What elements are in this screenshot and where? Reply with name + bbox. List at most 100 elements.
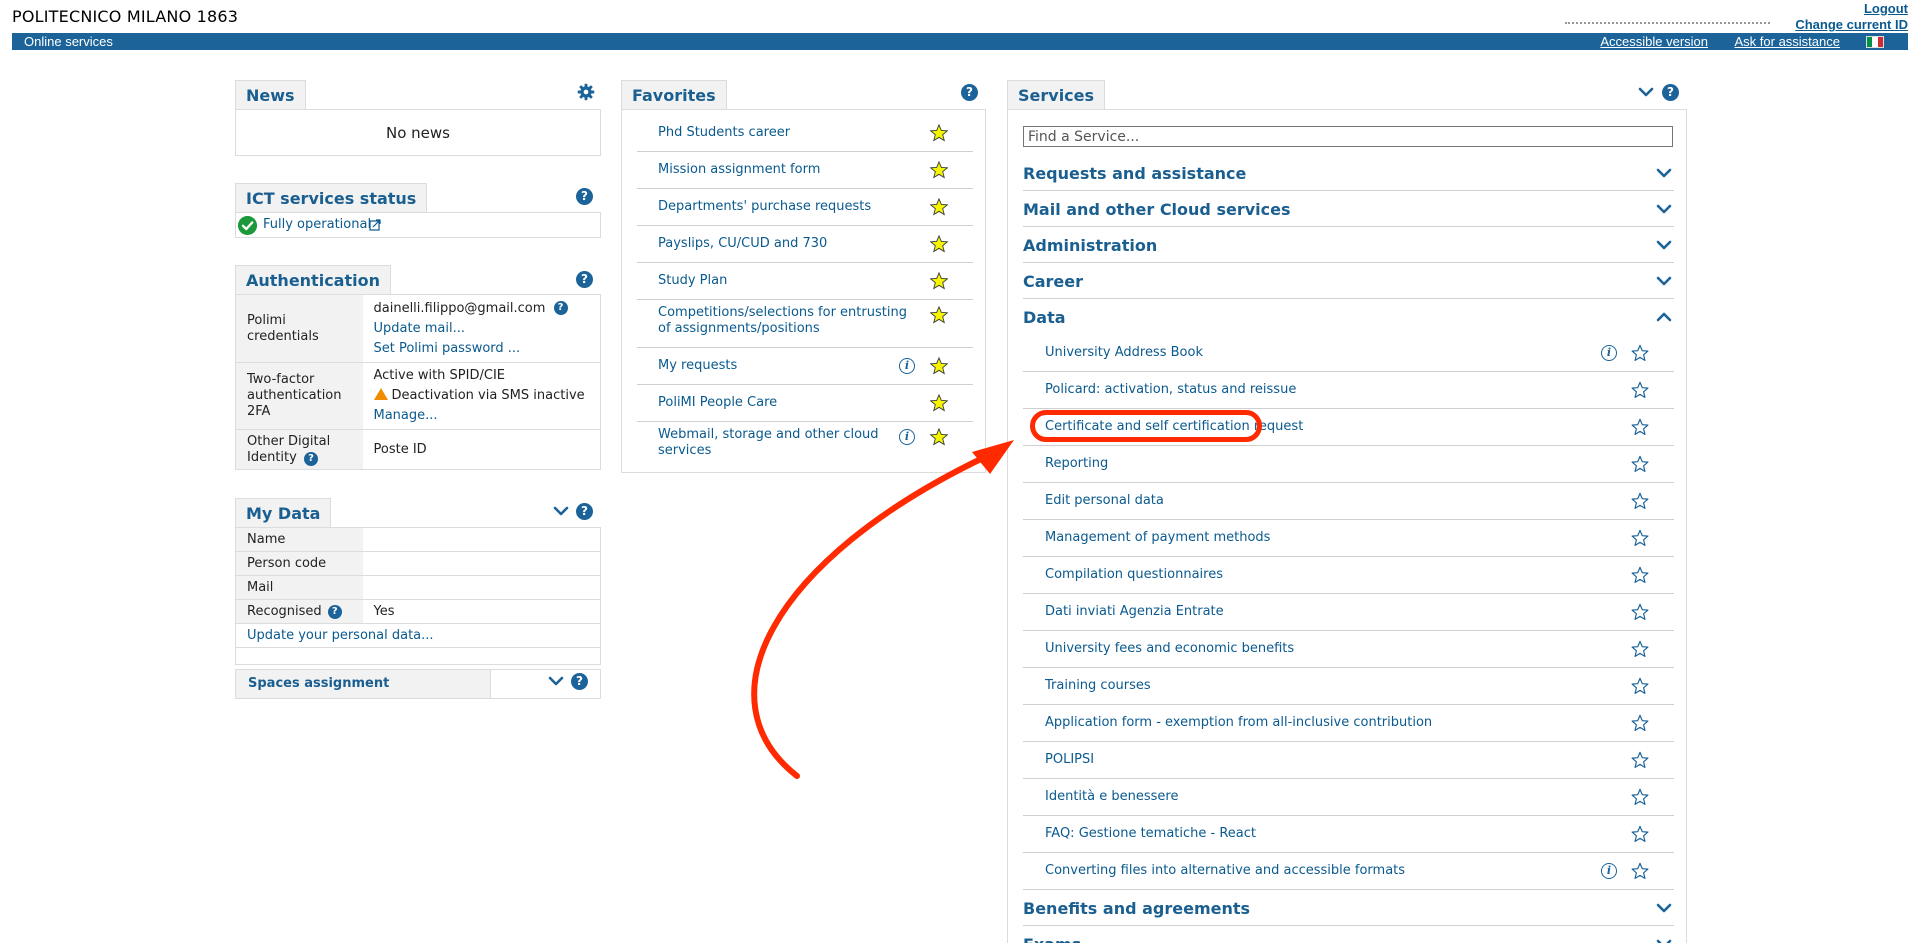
help-icon[interactable]: ? (327, 604, 342, 619)
star-outline-icon[interactable] (1631, 455, 1649, 473)
info-icon[interactable]: i (1601, 863, 1617, 879)
service-item-label[interactable]: Identità e benessere (1045, 789, 1178, 804)
service-category-label[interactable]: Career (1023, 272, 1083, 291)
star-filled-icon[interactable] (930, 235, 948, 253)
service-item-label[interactable]: FAQ: Gestione tematiche - React (1045, 826, 1256, 841)
service-item[interactable]: Edit personal data (1023, 483, 1674, 520)
accessible-version-link[interactable]: Accessible version (1600, 33, 1708, 50)
star-outline-icon[interactable] (1631, 603, 1649, 621)
favorite-item[interactable]: Phd Students career (637, 115, 973, 152)
service-category-label[interactable]: Exams (1023, 935, 1081, 943)
star-outline-icon[interactable] (1631, 418, 1649, 436)
star-filled-icon[interactable] (930, 428, 948, 446)
ict-status-link[interactable]: Fully operational (263, 217, 371, 232)
help-icon[interactable]: ? (576, 271, 593, 288)
service-category-label[interactable]: Administration (1023, 236, 1157, 255)
star-outline-icon[interactable] (1631, 344, 1649, 362)
help-icon[interactable]: ? (553, 300, 568, 315)
favorite-item-label[interactable]: PoliMI People Care (658, 395, 908, 411)
favorite-item[interactable]: Competitions/selections for entrusting o… (637, 300, 973, 348)
service-item[interactable]: Reporting (1023, 446, 1674, 483)
star-outline-icon[interactable] (1631, 381, 1649, 399)
service-item[interactable]: Certificate and self certification reque… (1023, 409, 1674, 446)
service-item-label[interactable]: Certificate and self certification reque… (1045, 419, 1303, 434)
star-filled-icon[interactable] (930, 306, 948, 324)
service-search-input[interactable] (1023, 126, 1673, 147)
service-item-label[interactable]: Management of payment methods (1045, 530, 1270, 545)
service-item[interactable]: Converting files into alternative and ac… (1023, 853, 1674, 890)
help-icon[interactable]: ? (576, 503, 593, 520)
external-link-icon[interactable] (369, 219, 381, 231)
chevron-up-icon[interactable] (1656, 309, 1672, 325)
service-item-label[interactable]: Application form - exemption from all-in… (1045, 715, 1432, 730)
service-item-label[interactable]: University Address Book (1045, 345, 1203, 360)
service-item[interactable]: Management of payment methods (1023, 520, 1674, 557)
star-outline-icon[interactable] (1631, 492, 1649, 510)
gear-icon[interactable] (577, 83, 595, 101)
info-icon[interactable]: i (1601, 345, 1617, 361)
star-filled-icon[interactable] (930, 357, 948, 375)
ask-assistance-link[interactable]: Ask for assistance (1735, 33, 1841, 50)
service-item-label[interactable]: Converting files into alternative and ac… (1045, 863, 1405, 878)
help-icon[interactable]: ? (961, 84, 978, 101)
update-personal-data-link[interactable]: Update your personal data... (247, 628, 434, 643)
favorite-item-label[interactable]: Webmail, storage and other cloud service… (658, 427, 908, 459)
star-filled-icon[interactable] (930, 124, 948, 142)
chevron-down-icon[interactable] (1656, 900, 1672, 916)
service-category[interactable]: Requests and assistance (1023, 155, 1674, 191)
chevron-down-icon[interactable] (1656, 273, 1672, 289)
service-category-label[interactable]: Requests and assistance (1023, 164, 1246, 183)
set-password-link[interactable]: Set Polimi password ... (374, 341, 521, 356)
star-filled-icon[interactable] (930, 272, 948, 290)
star-outline-icon[interactable] (1631, 677, 1649, 695)
chevron-down-icon[interactable] (1656, 165, 1672, 181)
star-outline-icon[interactable] (1631, 714, 1649, 732)
star-filled-icon[interactable] (930, 161, 948, 179)
service-category[interactable]: Administration (1023, 227, 1674, 263)
chevron-down-icon[interactable] (548, 673, 564, 689)
star-outline-icon[interactable] (1631, 825, 1649, 843)
info-icon[interactable]: i (899, 429, 915, 445)
service-category[interactable]: Data (1023, 299, 1674, 335)
service-item-label[interactable]: Dati inviati Agenzia Entrate (1045, 604, 1224, 619)
favorite-item-label[interactable]: Competitions/selections for entrusting o… (658, 305, 908, 337)
service-item[interactable]: Dati inviati Agenzia Entrate (1023, 594, 1674, 631)
favorite-item[interactable]: Study Plan (637, 263, 973, 300)
star-filled-icon[interactable] (930, 394, 948, 412)
favorite-item-label[interactable]: Mission assignment form (658, 162, 908, 178)
service-item[interactable]: Application form - exemption from all-in… (1023, 705, 1674, 742)
service-category-label[interactable]: Mail and other Cloud services (1023, 200, 1290, 219)
service-item-label[interactable]: Compilation questionnaires (1045, 567, 1223, 582)
favorite-item[interactable]: Webmail, storage and other cloud service… (637, 422, 973, 468)
favorite-item-label[interactable]: Phd Students career (658, 125, 908, 141)
favorite-item-label[interactable]: Payslips, CU/CUD and 730 (658, 236, 908, 252)
update-mail-link[interactable]: Update mail... (374, 321, 465, 336)
service-item[interactable]: Compilation questionnaires (1023, 557, 1674, 594)
star-outline-icon[interactable] (1631, 788, 1649, 806)
favorite-item-label[interactable]: Departments' purchase requests (658, 199, 908, 215)
service-item[interactable]: Training courses (1023, 668, 1674, 705)
chevron-down-icon[interactable] (1656, 237, 1672, 253)
service-item[interactable]: University Address Book i (1023, 335, 1674, 372)
service-item-label[interactable]: Policard: activation, status and reissue (1045, 382, 1296, 397)
favorite-item-label[interactable]: Study Plan (658, 273, 908, 289)
info-icon[interactable]: i (899, 358, 915, 374)
star-outline-icon[interactable] (1631, 640, 1649, 658)
service-category-label[interactable]: Benefits and agreements (1023, 899, 1250, 918)
star-filled-icon[interactable] (930, 198, 948, 216)
service-item-label[interactable]: Reporting (1045, 456, 1108, 471)
favorite-item[interactable]: My requests i (637, 348, 973, 385)
service-item[interactable]: University fees and economic benefits (1023, 631, 1674, 668)
service-item-label[interactable]: University fees and economic benefits (1045, 641, 1294, 656)
service-category[interactable]: Career (1023, 263, 1674, 299)
star-outline-icon[interactable] (1631, 529, 1649, 547)
manage-2fa-link[interactable]: Manage... (374, 408, 438, 423)
favorite-item[interactable]: Mission assignment form (637, 152, 973, 189)
service-item-label[interactable]: Training courses (1045, 678, 1151, 693)
service-category[interactable]: Benefits and agreements (1023, 890, 1674, 926)
favorite-item[interactable]: Payslips, CU/CUD and 730 (637, 226, 973, 263)
service-category[interactable]: Mail and other Cloud services (1023, 191, 1674, 227)
help-icon[interactable]: ? (576, 188, 593, 205)
change-id-link[interactable]: Change current ID (1795, 17, 1908, 32)
service-category[interactable]: Exams (1023, 926, 1674, 943)
